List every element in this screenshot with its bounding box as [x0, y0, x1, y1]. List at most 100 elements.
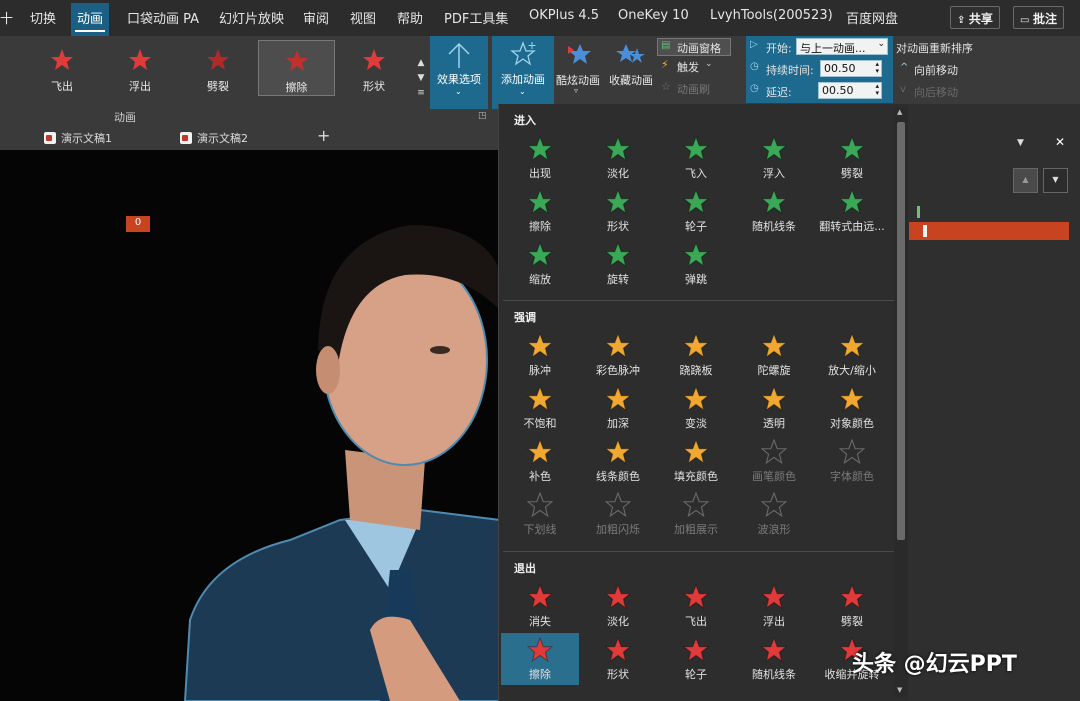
dialog-launcher-icon[interactable]: ◳ [478, 111, 487, 121]
effect-item[interactable]: 随机线条 [735, 633, 813, 685]
close-icon[interactable]: ✕ [1055, 135, 1065, 149]
gallery-float-out[interactable]: 浮出 [105, 40, 175, 96]
gallery-shape[interactable]: 形状 [339, 40, 409, 96]
caret-up-icon[interactable]: ▲ [897, 108, 902, 116]
effect-label: 字体颜色 [830, 470, 874, 483]
effect-label: 画笔颜色 [752, 470, 796, 483]
spinner-icon[interactable]: ▴ ▾ [875, 61, 879, 75]
person-photo[interactable] [0, 150, 500, 701]
menu-item-okplus[interactable]: OKPlus 4.5 [529, 8, 599, 23]
new-tab-button[interactable]: + [317, 126, 330, 145]
menu-item-baidu-netdisk[interactable]: 百度网盘 [846, 8, 898, 27]
menu-item-lvyhtools[interactable]: LvyhTools(200523) [710, 8, 833, 23]
star-icon [761, 386, 787, 412]
effect-item[interactable]: 翻转式由远... [813, 185, 891, 237]
animation-painter-button[interactable]: ☆ 动画刷 [660, 80, 720, 98]
animation-list-item[interactable] [909, 222, 1069, 240]
trigger-button[interactable]: ⚡ 触发 ⌄ [660, 58, 720, 76]
effect-item[interactable]: 补色 [501, 435, 579, 487]
comment-button[interactable]: ▭ 批注 [1013, 6, 1064, 29]
effect-item[interactable]: 劈裂 [813, 132, 891, 184]
effect-item[interactable]: 旋转 [579, 238, 657, 290]
move-up-button[interactable]: ▲ [1013, 168, 1038, 193]
menu-item-pocket-animation[interactable]: 口袋动画 PA [127, 8, 199, 27]
effect-item[interactable]: 透明 [735, 382, 813, 434]
gallery-fly-out[interactable]: 飞出 [27, 40, 97, 96]
panel-scrollbar[interactable]: ▲ ▼ [894, 108, 908, 697]
star-icon [839, 439, 865, 465]
effect-item[interactable]: 淡化 [579, 132, 657, 184]
menu-item-onekey[interactable]: OneKey 10 [618, 8, 689, 23]
effect-item[interactable]: 线条颜色 [579, 435, 657, 487]
effect-item[interactable]: 对象颜色 [813, 382, 891, 434]
effect-item[interactable]: 擦除 [501, 633, 579, 685]
effect-item[interactable]: 加深 [579, 382, 657, 434]
star-icon [527, 637, 553, 663]
section-title: 强调 [514, 311, 536, 324]
add-animation-button[interactable]: 添加动画 ⌄ [492, 36, 554, 109]
menu-item-review[interactable]: 审阅 [303, 8, 329, 27]
slide-canvas[interactable]: 0 [0, 150, 500, 701]
effect-item[interactable]: 填充颜色 [657, 435, 735, 487]
gallery-wipe[interactable]: 擦除 [258, 40, 335, 96]
effect-label: 劈裂 [841, 167, 863, 180]
effect-item[interactable]: 彩色脉冲 [579, 329, 657, 381]
effect-item[interactable]: 轮子 [657, 185, 735, 237]
caret-down-icon[interactable]: ▼ [897, 686, 902, 694]
doc-tab-1[interactable]: 演示文稿1 [44, 130, 112, 146]
gallery-split[interactable]: 劈裂 [183, 40, 253, 96]
effect-item[interactable]: 形状 [579, 633, 657, 685]
gallery-scroll[interactable]: ▲ ▼ ≡ [415, 56, 427, 108]
chevron-down-icon[interactable]: ▼ [1017, 138, 1024, 148]
doc-tab-2[interactable]: 演示文稿2 [180, 130, 248, 146]
spinner-icon[interactable]: ▴ ▾ [875, 83, 879, 97]
menu-item-animations[interactable]: 动画 [71, 3, 110, 36]
cool-animation-button[interactable]: 酷炫动画 ▿ [554, 40, 602, 96]
move-later-button[interactable]: v 向后移动 [900, 84, 980, 100]
effect-item[interactable]: 消失 [501, 580, 579, 632]
effect-options-button[interactable]: 效果选项 ⌄ [430, 36, 488, 109]
effect-item[interactable]: 浮入 [735, 132, 813, 184]
scrollbar-thumb[interactable] [897, 122, 905, 540]
animation-pane-button[interactable]: ▤ 动画窗格 [657, 38, 731, 56]
effect-item[interactable]: 形状 [579, 185, 657, 237]
effect-label: 放大/缩小 [828, 364, 876, 377]
star-icon [605, 584, 631, 610]
star-icon [527, 439, 553, 465]
delay-input[interactable]: 00.50 ▴ ▾ [818, 82, 882, 99]
menu-item-help[interactable]: 帮助 [397, 8, 423, 27]
effect-item[interactable]: 随机线条 [735, 185, 813, 237]
effect-item[interactable]: 陀螺旋 [735, 329, 813, 381]
star-icon [527, 386, 553, 412]
duration-input[interactable]: 00.50 ▴ ▾ [820, 60, 882, 77]
effect-item[interactable]: 不饱和 [501, 382, 579, 434]
effect-label: 波浪形 [757, 523, 791, 536]
menu-item-transitions[interactable]: 切换 [30, 8, 56, 27]
star-icon [761, 584, 787, 610]
effect-item[interactable]: 缩放 [501, 238, 579, 290]
effect-item[interactable]: 飞入 [657, 132, 735, 184]
menu-item-slideshow[interactable]: 幻灯片放映 [219, 8, 284, 27]
menu-item-insert[interactable]: 十 [0, 8, 13, 27]
effect-item[interactable]: 脉冲 [501, 329, 579, 381]
effect-item[interactable]: 弹跳 [657, 238, 735, 290]
effect-item[interactable]: 擦除 [501, 185, 579, 237]
move-down-button[interactable]: ▼ [1043, 168, 1068, 193]
effect-item[interactable]: 淡化 [579, 580, 657, 632]
menu-item-view[interactable]: 视图 [350, 8, 376, 27]
effect-item[interactable]: 劈裂 [813, 580, 891, 632]
effect-item[interactable]: 飞出 [657, 580, 735, 632]
effect-item[interactable]: 出现 [501, 132, 579, 184]
share-button[interactable]: ⇪ 共享 [950, 6, 1000, 29]
effect-item[interactable]: 跷跷板 [657, 329, 735, 381]
effect-item[interactable]: 浮出 [735, 580, 813, 632]
effect-item[interactable]: 放大/缩小 [813, 329, 891, 381]
move-earlier-button[interactable]: ^ 向前移动 [900, 62, 980, 78]
favorite-animation-button[interactable]: 收藏动画 [606, 40, 656, 96]
timing-group: ▷ 开始: 与上一动画... ⌄ ◷ 持续时间: 00.50 ▴ ▾ ◷ 延迟: … [746, 36, 893, 103]
start-select[interactable]: 与上一动画... ⌄ [796, 38, 888, 55]
effect-label: 飞出 [685, 615, 707, 628]
effect-item[interactable]: 变淡 [657, 382, 735, 434]
effect-item[interactable]: 轮子 [657, 633, 735, 685]
menu-item-pdf-tools[interactable]: PDF工具集 [444, 8, 508, 27]
